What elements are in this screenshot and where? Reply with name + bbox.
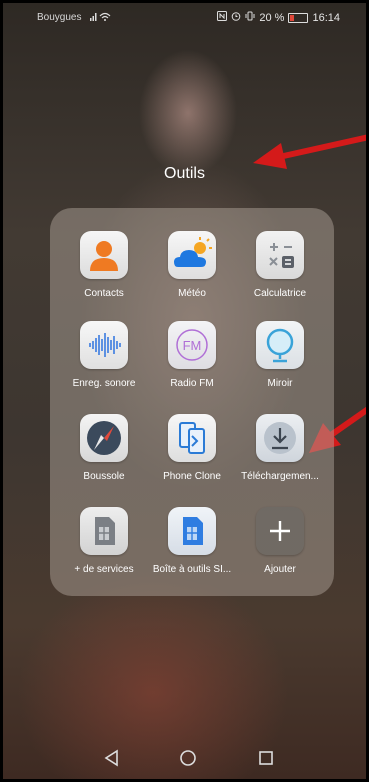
app-sound-recorder[interactable]: Enreg. sonore xyxy=(56,321,152,389)
mirror-icon xyxy=(256,321,304,369)
app-label: Miroir xyxy=(267,378,293,389)
app-label: Enreg. sonore xyxy=(72,378,136,389)
app-mirror[interactable]: Miroir xyxy=(232,321,328,389)
download-icon xyxy=(256,414,304,462)
alarm-icon xyxy=(231,11,241,24)
status-bar: Bouygues 20 % 16:14 xyxy=(3,3,366,31)
app-calculator[interactable]: Calculatrice xyxy=(232,231,328,299)
app-sim-toolkit[interactable]: Boîte à outils SI... xyxy=(144,507,240,575)
red-arrow-to-folder-title xyxy=(253,134,366,169)
sim-services-icon xyxy=(80,507,128,555)
app-label: Téléchargemen... xyxy=(241,471,319,482)
back-icon[interactable] xyxy=(101,747,123,769)
home-icon[interactable] xyxy=(177,747,199,769)
calculator-icon xyxy=(256,231,304,279)
contacts-icon xyxy=(80,231,128,279)
app-label: + de services xyxy=(74,564,134,575)
app-label: Radio FM xyxy=(170,378,214,389)
app-radio-fm[interactable]: FM Radio FM xyxy=(144,321,240,389)
app-label: Contacts xyxy=(84,288,124,299)
app-label: Ajouter xyxy=(264,564,296,575)
clock: 16:14 xyxy=(312,11,340,24)
nav-bar xyxy=(3,735,366,779)
app-add[interactable]: Ajouter xyxy=(232,507,328,575)
app-weather[interactable]: Météo xyxy=(144,231,240,299)
radio-fm-icon: FM xyxy=(168,321,216,369)
app-compass[interactable]: Boussole xyxy=(56,414,152,482)
sound-recorder-icon xyxy=(80,321,128,369)
sim-toolkit-icon xyxy=(168,507,216,555)
app-label: Phone Clone xyxy=(163,471,221,482)
phone-clone-icon xyxy=(168,414,216,462)
add-icon xyxy=(256,507,304,555)
home-screen: Bouygues 20 % 16:14 Outils Contacts Mété… xyxy=(0,0,369,782)
nfc-icon xyxy=(217,11,228,24)
recents-icon[interactable] xyxy=(255,747,277,769)
weather-icon xyxy=(168,231,216,279)
app-downloads[interactable]: Téléchargemen... xyxy=(232,414,328,482)
battery-percent: 20 % xyxy=(259,11,285,24)
carrier-name: Bouygues xyxy=(37,12,82,23)
app-label: Calculatrice xyxy=(253,288,307,299)
app-sim-services[interactable]: + de services xyxy=(56,507,152,575)
folder-panel: Contacts Météo Calculatrice Enreg. sonor… xyxy=(50,208,334,596)
app-label: Météo xyxy=(178,288,206,299)
compass-icon xyxy=(80,414,128,462)
app-label: Boîte à outils SI... xyxy=(152,564,232,575)
battery-icon xyxy=(288,12,309,23)
app-contacts[interactable]: Contacts xyxy=(56,231,152,299)
app-label: Boussole xyxy=(83,471,125,482)
app-phone-clone[interactable]: Phone Clone xyxy=(144,414,240,482)
vibrate-icon xyxy=(245,11,255,24)
signal-wifi-icon xyxy=(90,11,112,25)
radio-fm-text: FM xyxy=(183,338,202,353)
